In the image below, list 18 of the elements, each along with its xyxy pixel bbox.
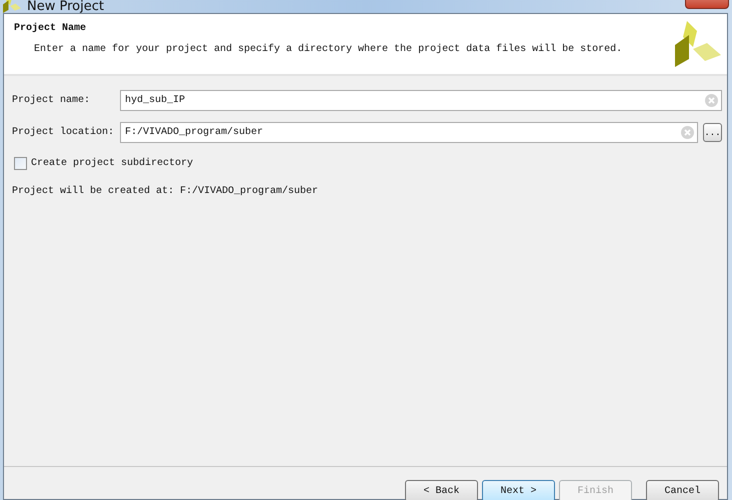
clear-icon[interactable] xyxy=(681,126,694,139)
window-title: New Project xyxy=(27,0,104,13)
wizard-button[interactable]: Cancel xyxy=(646,480,719,500)
input-field[interactable]: F:/VIVADO_program/suber xyxy=(120,122,698,143)
page-description: Enter a name for your project and specify a directory where the project data files will be stored. xyxy=(34,44,624,55)
page-title: Project Name xyxy=(14,23,88,34)
wizard-button[interactable]: Next > xyxy=(482,480,555,500)
browse-button[interactable]: ... xyxy=(703,123,722,142)
field-label: Project name: xyxy=(12,95,92,106)
checkbox-label[interactable]: Create project subdirectory xyxy=(31,158,194,169)
logo-icon xyxy=(3,0,21,13)
wizard-button[interactable]: < Back xyxy=(405,480,478,500)
location-summary: Project will be created at: F:/VIVADO_program/suber xyxy=(12,186,320,197)
field-label: Project location: xyxy=(12,127,116,138)
input-field[interactable]: hyd_sub_IP xyxy=(120,90,722,111)
checkbox[interactable] xyxy=(14,157,27,170)
clear-icon[interactable] xyxy=(705,94,718,107)
logo-icon xyxy=(675,21,721,67)
